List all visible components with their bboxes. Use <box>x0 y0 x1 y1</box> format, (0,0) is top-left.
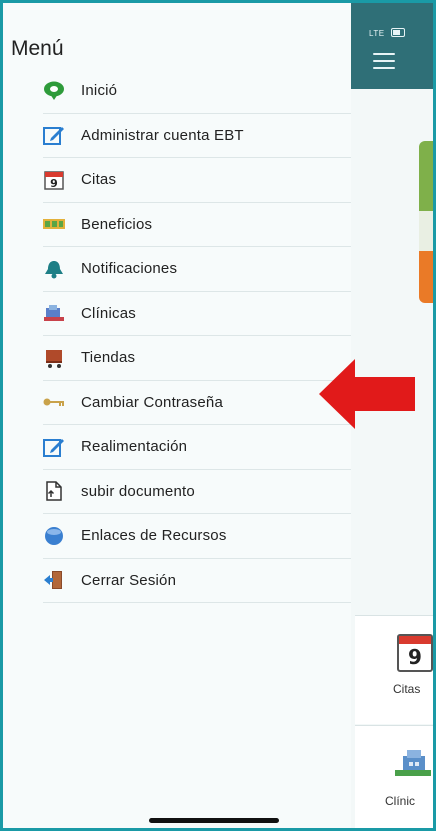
tile-citas[interactable]: 9 Citas <box>355 615 433 724</box>
menu-item-label: Tiendas <box>81 349 136 367</box>
hamburger-menu-icon[interactable] <box>373 53 395 69</box>
menu-drawer: Menú Inició Administrar cuenta EBT 9 Cit… <box>3 3 351 828</box>
banner-image <box>419 141 433 303</box>
menu-item-enlaces-de-recursos[interactable]: Enlaces de Recursos <box>43 514 351 559</box>
menu-item-clinicas[interactable]: Clínicas <box>43 292 351 336</box>
menu-item-subir-documento[interactable]: subir documento <box>43 470 351 514</box>
menu-item-label: Notificaciones <box>81 260 178 278</box>
menu-item-label: subir documento <box>81 482 195 500</box>
menu-item-inicio[interactable]: Inició <box>43 69 351 114</box>
globe-icon <box>43 525 65 547</box>
tile-citas-label: Citas <box>393 682 421 696</box>
menu-item-label: Realimentación <box>81 438 188 456</box>
annotation-arrow <box>319 359 415 429</box>
menu-item-notificaciones[interactable]: Notificaciones <box>43 247 351 292</box>
edit-icon <box>43 124 65 146</box>
tile-clinicas[interactable]: Clínic <box>355 725 433 828</box>
upload-document-icon <box>43 480 65 502</box>
phone-frame: LTE 9 Citas Clínic Menú Inició Administr… <box>0 0 436 831</box>
logout-door-icon <box>43 569 65 591</box>
calendar-day: 9 <box>408 645 422 669</box>
menu-item-label: Administrar cuenta EBT <box>81 126 244 144</box>
menu-item-beneficios[interactable]: Beneficios <box>43 203 351 247</box>
menu-item-label: Enlaces de Recursos <box>81 527 227 545</box>
cart-icon <box>43 347 65 369</box>
menu-title: Menú <box>11 37 64 60</box>
benefits-icon <box>43 213 65 235</box>
home-indicator <box>149 818 279 823</box>
calendar-icon: 9 <box>397 634 433 672</box>
menu-item-label: Inició <box>81 82 118 100</box>
svg-text:9: 9 <box>50 177 58 190</box>
battery-icon <box>391 28 405 37</box>
menu-list: Inició Administrar cuenta EBT 9 Citas Be… <box>43 69 351 603</box>
menu-item-label: Cerrar Sesión <box>81 571 177 589</box>
calendar-icon: 9 <box>43 169 65 191</box>
feedback-icon <box>43 436 65 458</box>
menu-item-realimentacion[interactable]: Realimentación <box>43 425 351 470</box>
clinic-icon <box>43 302 65 324</box>
app-header: LTE <box>351 3 433 89</box>
clinic-building-icon <box>395 750 431 776</box>
home-location-icon <box>43 80 65 102</box>
menu-item-cambiar-contrasena[interactable]: Cambiar Contraseña <box>43 381 351 425</box>
menu-item-label: Cambiar Contraseña <box>81 393 223 411</box>
menu-item-label: Citas <box>81 171 117 189</box>
menu-item-label: Beneficios <box>81 215 153 233</box>
menu-item-cerrar-sesion[interactable]: Cerrar Sesión <box>43 559 351 603</box>
network-status: LTE <box>369 29 385 38</box>
bell-icon <box>43 258 65 280</box>
key-icon <box>43 391 65 413</box>
menu-item-administrar-cuenta-ebt[interactable]: Administrar cuenta EBT <box>43 114 351 158</box>
menu-item-tiendas[interactable]: Tiendas <box>43 336 351 381</box>
menu-item-label: Clínicas <box>81 304 136 322</box>
tile-clinicas-label: Clínic <box>385 794 416 808</box>
menu-item-citas[interactable]: 9 Citas <box>43 158 351 203</box>
